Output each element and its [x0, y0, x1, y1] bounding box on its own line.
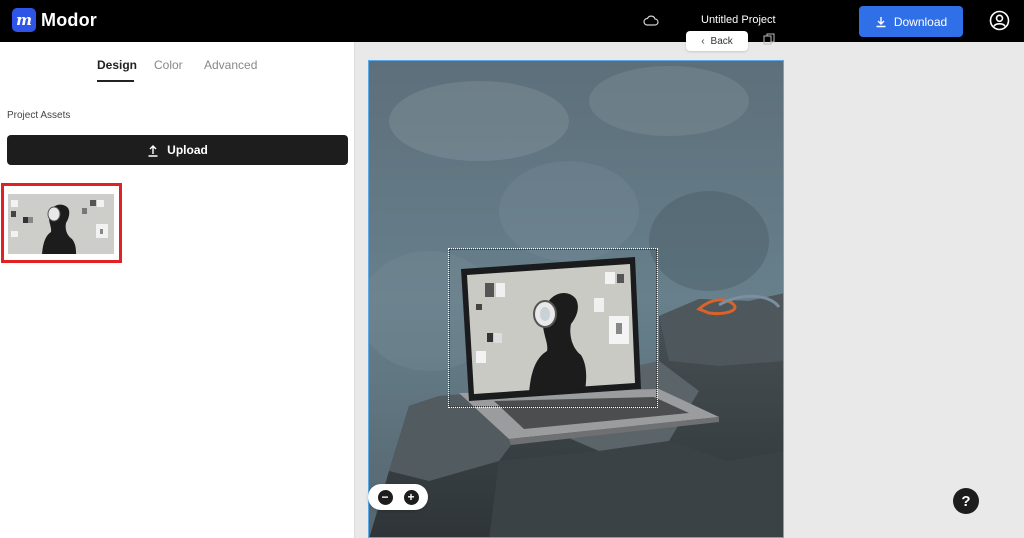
back-label: Back — [710, 35, 733, 47]
active-tab-indicator — [97, 80, 134, 82]
back-button[interactable]: ‹ Back — [686, 31, 748, 51]
logo[interactable]: m Modor — [12, 8, 97, 32]
zoom-controls: − + — [368, 484, 428, 510]
download-label: Download — [893, 14, 948, 29]
download-button[interactable]: Download — [859, 6, 963, 37]
help-icon[interactable]: ? — [953, 488, 979, 514]
upload-label: Upload — [167, 143, 208, 157]
logo-mark-icon: m — [12, 8, 36, 32]
project-title[interactable]: Untitled Project — [701, 14, 776, 26]
download-icon — [876, 16, 886, 27]
asset-thumbnail-image — [8, 194, 114, 254]
zoom-out-icon[interactable]: − — [377, 489, 393, 505]
project-assets-label: Project Assets — [7, 110, 71, 121]
tab-color[interactable]: Color — [154, 58, 183, 72]
left-panel: Design Color Advanced Project Assets Upl… — [0, 42, 355, 538]
logo-text: Modor — [41, 9, 97, 30]
tab-advanced[interactable]: Advanced — [204, 58, 257, 72]
upload-icon — [148, 144, 158, 157]
top-bar: m Modor Untitled Project Download — [0, 0, 1024, 42]
account-icon[interactable] — [989, 10, 1010, 31]
upload-button[interactable]: Upload — [7, 135, 348, 165]
tab-design[interactable]: Design — [97, 58, 137, 72]
back-arrow-icon: ‹ — [701, 35, 705, 47]
duplicate-icon[interactable] — [763, 33, 775, 45]
panel-tabs: Design Color Advanced — [0, 58, 355, 82]
selection-box[interactable] — [448, 248, 658, 408]
asset-thumbnail-selected[interactable] — [1, 183, 122, 263]
cloud-icon[interactable] — [643, 14, 659, 28]
zoom-in-icon[interactable]: + — [403, 489, 419, 505]
